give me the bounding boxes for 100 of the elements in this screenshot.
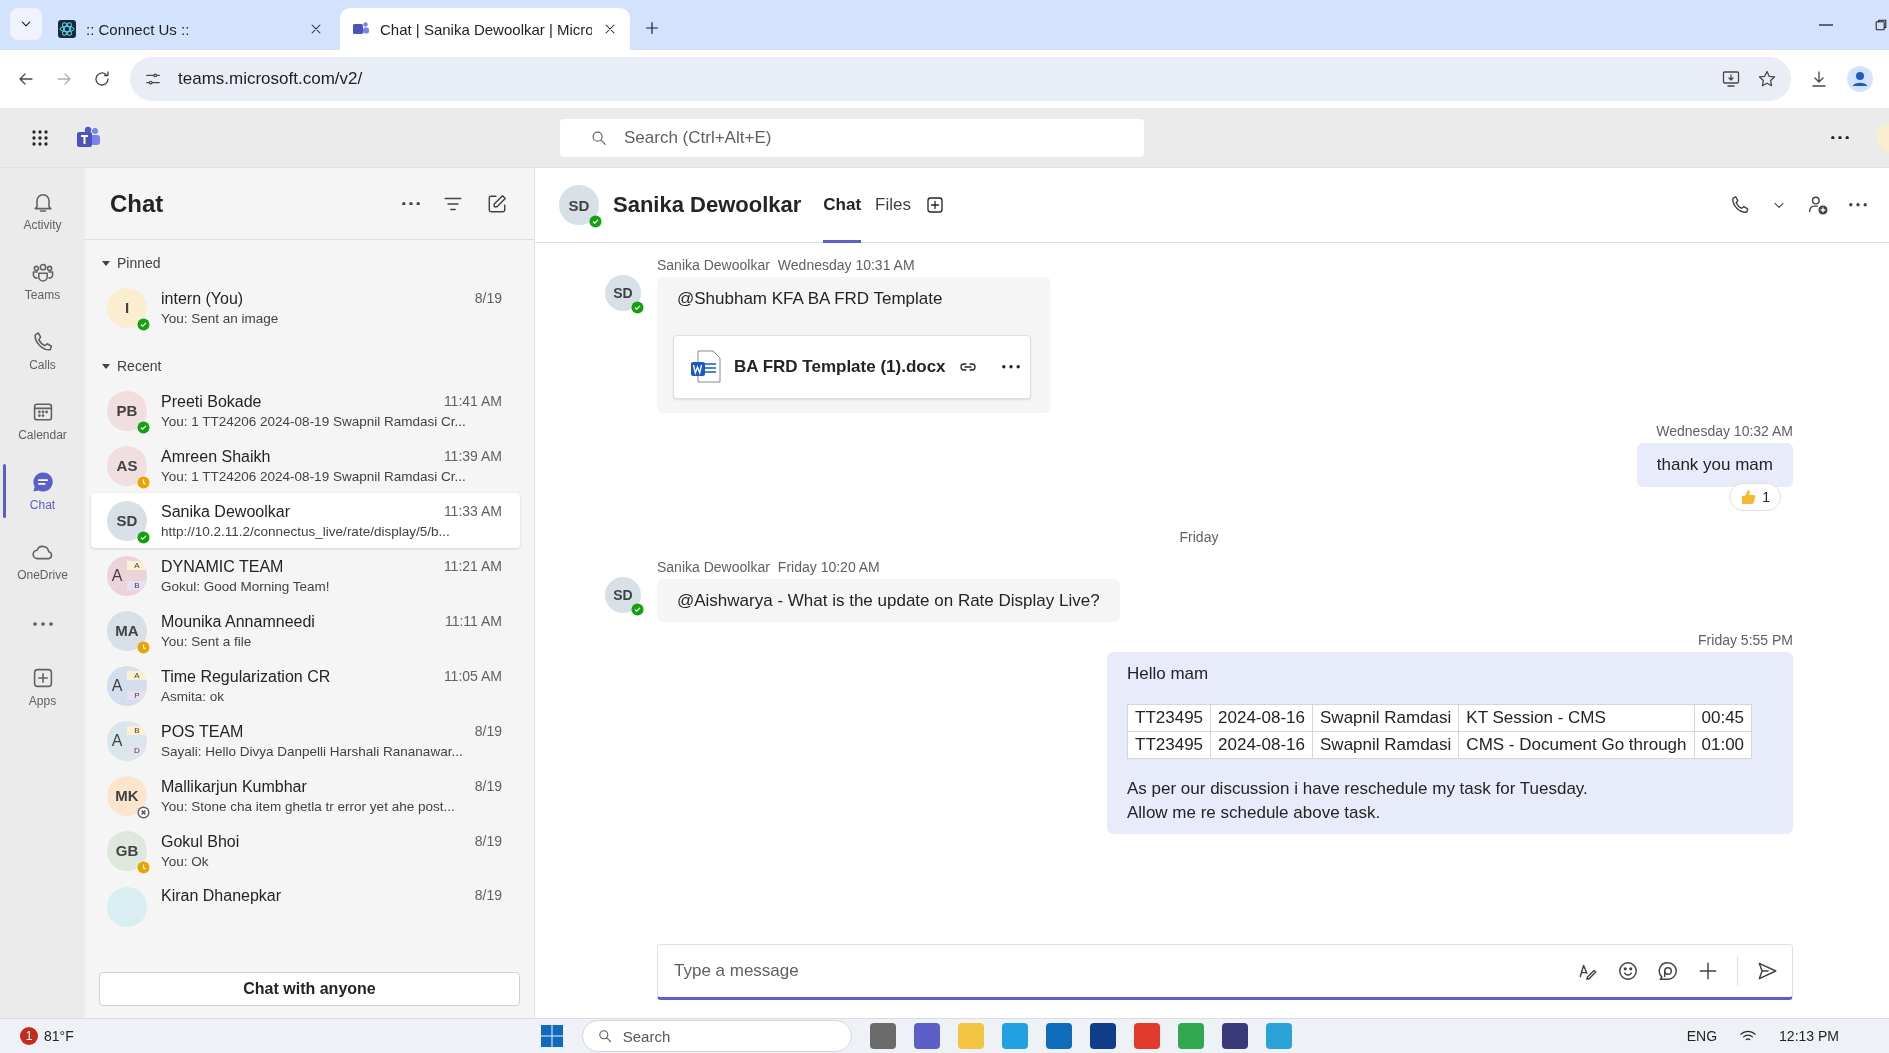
reload-icon <box>92 69 112 89</box>
rail-item[interactable]: Teams <box>0 246 85 316</box>
smiley-icon <box>1617 960 1639 982</box>
conversation-tab[interactable]: Chat <box>823 167 862 243</box>
avatar: PB <box>107 390 147 431</box>
emoji-button[interactable] <box>1617 960 1639 982</box>
windows-start-icon[interactable] <box>539 1024 564 1048</box>
taskbar-app-icon[interactable] <box>1089 1023 1116 1049</box>
more-options-button[interactable] <box>1849 203 1867 207</box>
search-field[interactable]: Search (Ctrl+Alt+E) <box>560 118 1144 157</box>
message-time: Wednesday 10:32 AM <box>1656 422 1793 439</box>
taskbar-app-icon[interactable] <box>913 1023 940 1049</box>
rail-item[interactable]: Activity <box>0 176 85 246</box>
taskbar-app-icon[interactable] <box>1221 1023 1248 1049</box>
minimize-icon <box>1819 24 1833 26</box>
phone-icon <box>1729 194 1751 216</box>
taskbar-search[interactable]: Search <box>581 1020 852 1052</box>
star-icon <box>1757 69 1777 89</box>
table-cell: TT23495 <box>1127 704 1211 732</box>
call-button[interactable] <box>1729 194 1751 216</box>
chat-list-item[interactable]: A B D POS TEAM 8/19 Sayali: Hello Divya Danpelli Harshali Rananawar... <box>91 713 520 768</box>
chat-list-item[interactable]: A A P Time Regularization CR 11:05 AM Asmita: ok <box>91 658 520 713</box>
message-field[interactable]: Type a message <box>672 960 1559 982</box>
caret-icon <box>101 258 111 268</box>
clock[interactable]: 12:13 PM <box>1779 1028 1839 1044</box>
add-tab-button[interactable] <box>925 195 945 215</box>
chat-bubble-icon <box>30 470 55 494</box>
thumbs-up-icon <box>1740 488 1757 505</box>
rail-item[interactable]: Calls <box>0 316 85 386</box>
more-icon <box>1831 135 1849 140</box>
chat-list-item[interactable]: I intern (You) 8/19 You: Sent an image <box>91 280 520 335</box>
avatar: SD <box>559 185 599 225</box>
chat-list-item[interactable]: GB Gokul Bhoi 8/19 You: Ok <box>91 823 520 878</box>
avatar: SD <box>605 576 641 613</box>
chat-list-item[interactable]: PB Preeti Bokade 11:41 AM You: 1 TT24206 2024-08-19 Swapnil Ramdasi Cr... <box>91 383 520 438</box>
plus-icon <box>643 19 661 37</box>
search-icon <box>596 1028 613 1044</box>
chat-list-item[interactable]: SD Sanika Dewoolkar 11:33 AM http://10.2.11.2/connectus_live/rate/display/5/b... <box>91 493 520 548</box>
send-button[interactable] <box>1756 960 1778 982</box>
chat-list-item[interactable]: MK Mallikarjun Kumbhar 8/19 You: Stone cha item ghetla tr error yet ahe post... <box>91 768 520 823</box>
rail-item[interactable]: Chat <box>0 456 85 526</box>
section-header[interactable]: Pinned <box>91 246 161 280</box>
chat-heading: Chat <box>110 189 165 218</box>
chat-with-anyone-button[interactable]: Chat with anyone <box>99 972 520 1006</box>
table-cell: 00:45 <box>1694 704 1752 732</box>
caret-icon <box>101 361 111 371</box>
send-icon <box>1756 960 1778 982</box>
tune-icon <box>144 70 162 88</box>
avatar: I <box>107 287 147 328</box>
person-icon <box>1847 66 1873 92</box>
conversation-tab[interactable]: Files <box>875 167 911 243</box>
chat-list-item[interactable]: Kiran Dhanepkar 8/19 <box>91 878 520 933</box>
message-text: @Aishwarya - What is the update on Rate Display Live? <box>677 589 1100 612</box>
people-add-icon <box>1807 194 1829 216</box>
table-cell: TT23495 <box>1127 731 1211 759</box>
message-text: Hello mam <box>1127 663 1210 686</box>
avatar: GB <box>107 830 147 871</box>
add-people-button[interactable] <box>1807 194 1829 216</box>
chat-list-item[interactable]: A A B DYNAMIC TEAM 11:21 AM Gokul: Good Morning Team! <box>91 548 520 603</box>
file-attachment[interactable]: BA FRD Template (1).docx <box>673 334 1031 399</box>
group-avatar: A A P <box>107 665 147 706</box>
restore-button[interactable] <box>1873 17 1889 33</box>
section-header[interactable]: Recent <box>91 349 162 383</box>
new-chat-button[interactable] <box>486 192 508 215</box>
avatar: MA <box>107 610 147 651</box>
reaction-chip[interactable]: 1 <box>1729 482 1781 511</box>
atom-icon <box>58 20 76 38</box>
compose-icon <box>486 192 508 215</box>
loop-button[interactable] <box>1657 960 1679 982</box>
date-divider: Friday <box>1179 528 1219 545</box>
message-text: @Shubham KFA BA FRD Template <box>677 288 944 310</box>
table-cell: 2024-08-16 <box>1210 731 1313 759</box>
plus-square-icon <box>925 195 945 215</box>
rail-item[interactable]: Apps <box>0 652 85 722</box>
rail-item[interactable]: Calendar <box>0 386 85 456</box>
browser-tab[interactable]: :: Connect Us :: <box>46 8 336 50</box>
teams-logo-icon <box>76 125 102 150</box>
language-indicator[interactable]: ENG <box>1686 1028 1718 1044</box>
more-icon <box>32 622 53 626</box>
taskbar-app-icon[interactable] <box>1133 1023 1160 1049</box>
avatar: SD <box>107 500 147 541</box>
bookmark-button[interactable] <box>1757 69 1777 89</box>
chat-list-item[interactable]: AS Amreen Shaikh 11:39 AM You: 1 TT24206 2024-08-19 Swapnil Ramdasi Cr... <box>91 438 520 493</box>
reload-button[interactable] <box>92 69 112 89</box>
message-text: Allow me re schedule above task. <box>1127 801 1382 824</box>
rail-item[interactable]: OneDrive <box>0 526 85 596</box>
attach-button[interactable] <box>1697 960 1719 982</box>
taskbar-app-icon[interactable] <box>1045 1023 1072 1049</box>
profile-button[interactable] <box>1847 66 1873 92</box>
more-icon <box>402 201 420 206</box>
taskbar-app-icon[interactable] <box>869 1023 896 1049</box>
message-text: As per our discussion i have reschedule my task for Tuesday. <box>1127 777 1589 800</box>
install-app-button[interactable] <box>1721 69 1741 89</box>
table-cell: KT Session - CMS <box>1458 704 1694 732</box>
site-info-button[interactable] <box>144 70 162 88</box>
more-icon <box>1849 203 1867 207</box>
more-options-button[interactable] <box>1831 135 1849 140</box>
weather-widget[interactable]: 1 81°F <box>20 1027 74 1045</box>
message-composer[interactable]: Type a message <box>657 944 1793 1000</box>
chat-list-item[interactable]: MA Mounika Annamneedi 11:11 AM You: Sent a file <box>91 603 520 658</box>
